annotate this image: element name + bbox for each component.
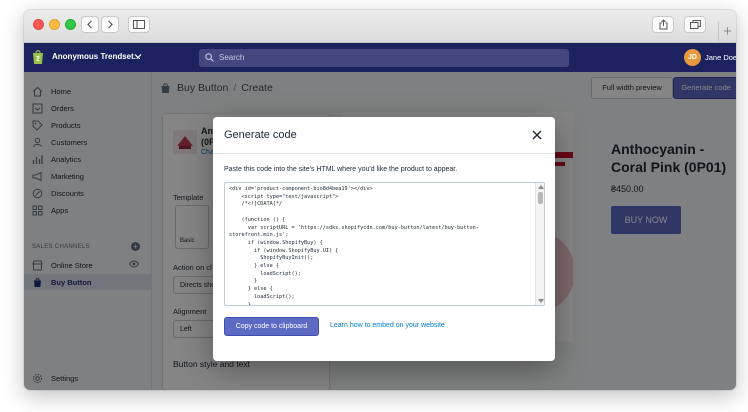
embed-code: <div id='product-component-bio8d4bea19'>… <box>229 186 479 306</box>
sidebar-icon <box>133 20 145 29</box>
tabs-overview-button[interactable] <box>684 16 706 33</box>
code-scrollbar[interactable] <box>535 183 544 305</box>
chevron-down-icon[interactable] <box>134 52 142 60</box>
admin-top-bar: Anonymous Trendset... Search JD Jane Doe <box>24 43 736 72</box>
copy-code-button[interactable]: Copy code to clipboard <box>224 317 319 336</box>
generate-code-modal: Generate code Paste this code into the s… <box>213 117 555 361</box>
scrollbar-thumb[interactable] <box>538 192 543 204</box>
browser-window: + Anonymous Trendset... Search JD Jane D… <box>24 10 736 390</box>
modal-header: Generate code <box>213 117 555 154</box>
search-icon <box>205 53 214 62</box>
learn-embed-link[interactable]: Learn how to embed on your website <box>330 322 445 329</box>
close-icon[interactable] <box>531 129 543 141</box>
search-placeholder: Search <box>219 53 245 62</box>
search-input[interactable]: Search <box>199 49 569 67</box>
user-name[interactable]: Jane Doe <box>705 53 736 62</box>
shopify-bag-icon <box>33 50 43 64</box>
share-button[interactable] <box>652 16 674 33</box>
zoom-window-button[interactable] <box>65 19 76 30</box>
avatar[interactable]: JD <box>684 49 701 66</box>
forward-button[interactable] <box>101 16 119 33</box>
chevron-right-icon <box>108 20 113 29</box>
browser-toolbar: + <box>24 10 736 43</box>
store-name[interactable]: Anonymous Trendset... <box>52 52 140 61</box>
embed-code-textarea[interactable]: <div id='product-component-bio8d4bea19'>… <box>224 182 545 306</box>
scroll-down-arrow[interactable] <box>538 299 544 303</box>
share-icon <box>659 19 667 30</box>
chevron-left-icon <box>87 20 92 29</box>
new-tab-button[interactable]: + <box>718 22 736 43</box>
minimize-window-button[interactable] <box>49 19 60 30</box>
modal-description: Paste this code into the site's HTML whe… <box>224 166 458 173</box>
sidebar-toggle-button[interactable] <box>128 16 150 33</box>
modal-title: Generate code <box>224 129 297 141</box>
scroll-up-arrow[interactable] <box>538 185 544 189</box>
tabs-icon <box>689 20 701 29</box>
close-window-button[interactable] <box>33 19 44 30</box>
back-button[interactable] <box>81 16 99 33</box>
